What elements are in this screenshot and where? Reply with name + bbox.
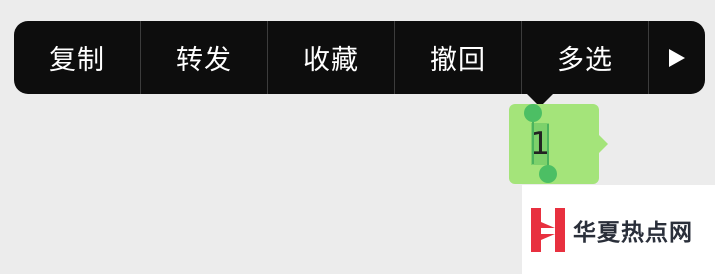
menu-item-copy[interactable]: 复制 [14,21,141,94]
menu-more-button[interactable] [649,21,705,94]
message-text[interactable]: 1 [509,124,571,164]
play-right-triangle-icon [669,48,685,67]
selection-end-handle[interactable] [539,165,557,183]
watermark-text: 华夏热点网 [573,218,693,246]
selection-start-handle[interactable] [524,104,542,122]
site-logo-icon [531,207,565,252]
menu-item-forward[interactable]: 转发 [141,21,268,94]
chat-bubble-tail [599,135,608,153]
menu-item-favorite[interactable]: 收藏 [268,21,395,94]
site-watermark: 华夏热点网 [522,185,715,274]
menu-item-multi-select[interactable]: 多选 [522,21,649,94]
menu-item-recall[interactable]: 撤回 [395,21,522,94]
message-context-menu: 复制 转发 收藏 撤回 多选 [14,21,705,94]
